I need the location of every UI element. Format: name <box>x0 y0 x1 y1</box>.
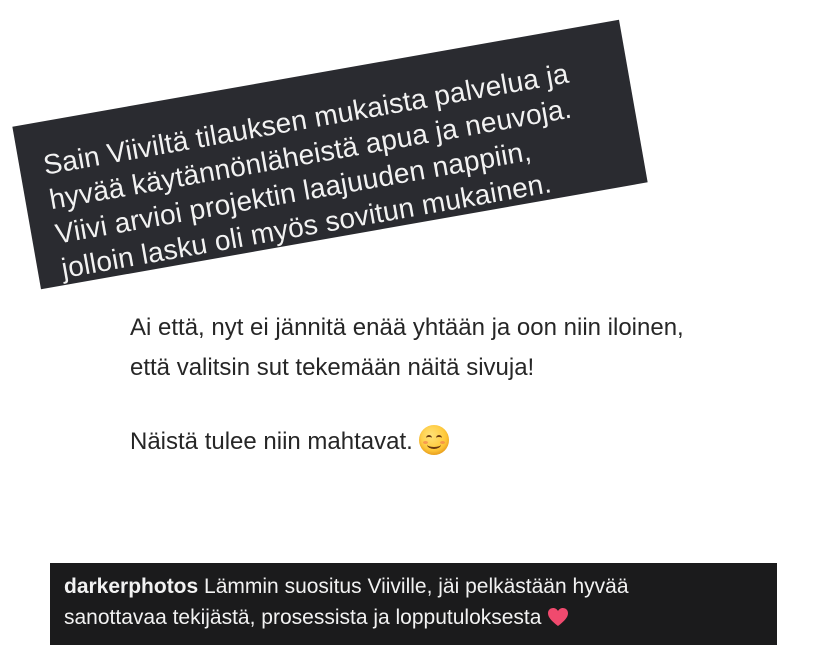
comment-username[interactable]: darkerphotos <box>64 575 198 598</box>
heart-icon <box>548 608 569 626</box>
smiling-face-icon <box>418 425 449 455</box>
chat-line: Ai että, nyt ei jännitä enää yhtään ja o… <box>130 314 684 341</box>
chat-line-with-emoji: Näistä tulee niin mahtavat. <box>130 422 684 462</box>
comment-text: sanottavaa tekijästä, prosessista ja lop… <box>64 606 542 629</box>
chat-line: että valitsin sut tekemään näitä sivuja! <box>130 354 535 381</box>
chat-line: Näistä tulee niin mahtavat. <box>130 428 413 455</box>
testimonial-card-rotated: Sain Viiviltä tilauksen mukaista palvelu… <box>12 19 648 290</box>
comment-line-2: sanottavaa tekijästä, prosessista ja lop… <box>64 602 763 633</box>
chat-message: Ai että, nyt ei jännitä enää yhtään ja o… <box>130 308 684 462</box>
comment-text: Lämmin suositus Viiville, jäi pelkästään… <box>204 575 629 598</box>
comment-line-1: darkerphotos Lämmin suositus Viiville, j… <box>64 571 763 602</box>
instagram-comment: darkerphotos Lämmin suositus Viiville, j… <box>50 563 777 645</box>
chat-paragraph-gap <box>130 388 684 422</box>
